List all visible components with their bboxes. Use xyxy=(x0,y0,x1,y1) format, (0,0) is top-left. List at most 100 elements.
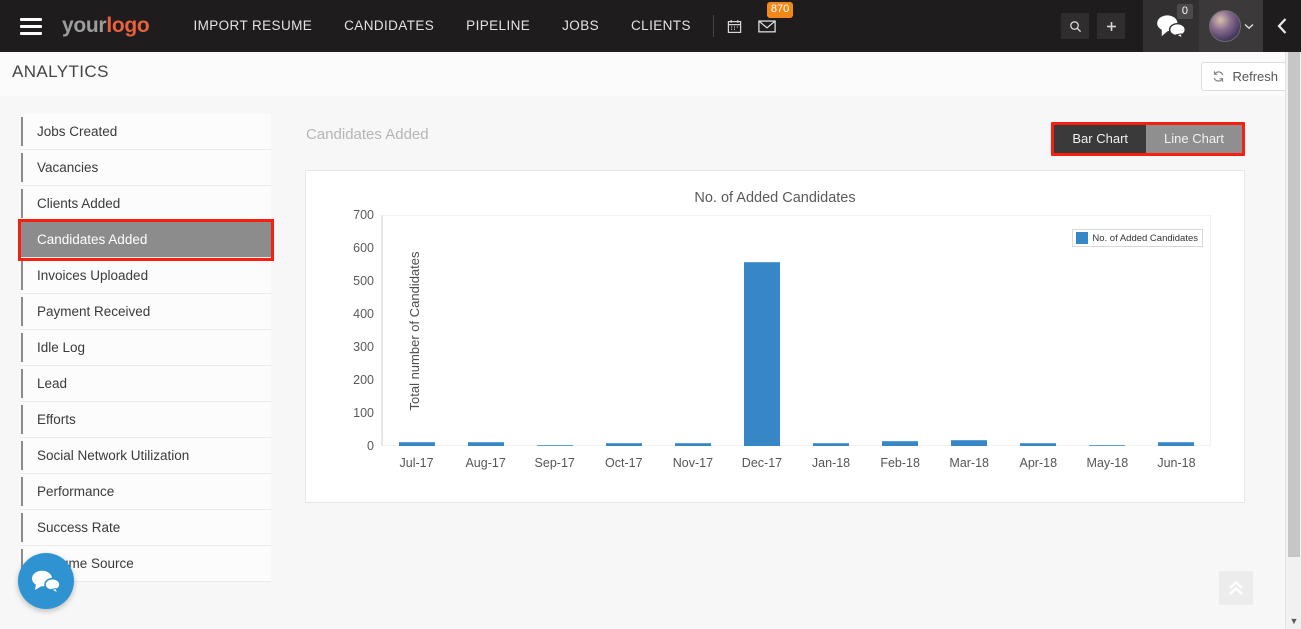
nav-item-pipeline[interactable]: PIPELINE xyxy=(450,0,546,52)
top-navigation-bar: yourlogo IMPORT RESUME CANDIDATES PIPELI… xyxy=(0,0,1301,52)
refresh-label: Refresh xyxy=(1232,69,1278,84)
sidebar-item-clients-added[interactable]: Clients Added xyxy=(21,186,271,222)
search-icon[interactable] xyxy=(1061,13,1089,39)
chart-x-tick: May-18 xyxy=(1087,456,1129,470)
sidebar-item-success-rate[interactable]: Success Rate xyxy=(21,510,271,546)
mail-icon[interactable]: 870 xyxy=(752,0,782,52)
chart-bar[interactable] xyxy=(1020,443,1056,446)
scrollbar-thumb[interactable] xyxy=(1288,52,1300,557)
chart-x-tick: Jan-18 xyxy=(812,456,850,470)
scrollbar-down-arrow[interactable]: ▼ xyxy=(1286,613,1301,629)
sidebar-item-label: Idle Log xyxy=(37,340,85,355)
chart-x-tick: Sep-17 xyxy=(535,456,575,470)
sidebar-item-label: Invoices Uploaded xyxy=(37,268,148,283)
app-logo[interactable]: yourlogo xyxy=(62,14,149,38)
chart-bar[interactable] xyxy=(882,441,918,446)
chart-y-tick: 600 xyxy=(353,241,374,255)
plus-icon[interactable] xyxy=(1097,13,1125,39)
sidebar-item-efforts[interactable]: Efforts xyxy=(21,402,271,438)
chart-x-tick: Mar-18 xyxy=(949,456,989,470)
mail-unread-badge: 870 xyxy=(767,2,793,18)
chart-x-tick: Feb-18 xyxy=(880,456,920,470)
sidebar-item-label: Success Rate xyxy=(37,520,120,535)
sidebar-item-label: Candidates Added xyxy=(37,232,147,247)
user-profile-menu[interactable] xyxy=(1199,0,1263,52)
chart-x-tick: Jul-17 xyxy=(400,456,434,470)
section-label: Candidates Added xyxy=(306,126,429,143)
sidebar-item-payment-received[interactable]: Payment Received xyxy=(21,294,271,330)
chart-bar[interactable] xyxy=(468,442,504,446)
chart-x-tick: Dec-17 xyxy=(742,456,782,470)
chart-bar[interactable] xyxy=(399,442,435,446)
sidebar-item-jobs-created[interactable]: Jobs Created xyxy=(21,114,271,150)
chart-bar[interactable] xyxy=(813,443,849,446)
sidebar-item-label: Jobs Created xyxy=(37,124,117,139)
chart-bar[interactable] xyxy=(675,443,711,446)
chevron-down-icon xyxy=(1244,23,1254,30)
page-content: Jobs Created Vacancies Clients Added Can… xyxy=(0,96,1301,629)
chart-y-tick: 100 xyxy=(353,406,374,420)
sidebar-item-invoices-uploaded[interactable]: Invoices Uploaded xyxy=(21,258,271,294)
analytics-sidebar: Jobs Created Vacancies Clients Added Can… xyxy=(21,114,271,582)
scroll-to-top-button[interactable] xyxy=(1219,571,1253,605)
chart-y-tick: 400 xyxy=(353,307,374,321)
chart-y-tick: 700 xyxy=(353,208,374,222)
sidebar-item-lead[interactable]: Lead xyxy=(21,366,271,402)
sidebar-item-social-network-utilization[interactable]: Social Network Utilization xyxy=(21,438,271,474)
sidebar-item-label: Performance xyxy=(37,484,114,499)
sidebar-item-vacancies[interactable]: Vacancies xyxy=(21,150,271,186)
refresh-button[interactable]: Refresh xyxy=(1201,62,1291,91)
nav-item-import-resume[interactable]: IMPORT RESUME xyxy=(177,0,328,52)
avatar xyxy=(1209,10,1241,42)
chat-messages-button[interactable]: 0 xyxy=(1143,0,1199,52)
sidebar-item-label: Clients Added xyxy=(37,196,120,211)
support-chat-widget-button[interactable] xyxy=(18,553,74,609)
sidebar-item-candidates-added[interactable]: Candidates Added xyxy=(21,222,271,258)
sidebar-item-label: Efforts xyxy=(37,412,76,427)
legend-color-swatch xyxy=(1076,232,1088,244)
chart-y-tick: 300 xyxy=(353,340,374,354)
sidebar-item-performance[interactable]: Performance xyxy=(21,474,271,510)
nav-item-clients[interactable]: CLIENTS xyxy=(615,0,707,52)
chart-title: No. of Added Candidates xyxy=(306,190,1244,206)
chart-x-tick: Nov-17 xyxy=(673,456,713,470)
calendar-icon[interactable] xyxy=(720,0,750,52)
tab-line-chart[interactable]: Line Chart xyxy=(1146,125,1242,153)
chart-y-tick: 0 xyxy=(367,439,374,453)
chart-x-tick: Jun-18 xyxy=(1157,456,1195,470)
logo-text-second: logo xyxy=(106,14,149,37)
nav-item-candidates[interactable]: CANDIDATES xyxy=(328,0,450,52)
chat-count-badge: 0 xyxy=(1177,4,1193,19)
page-header-bar xyxy=(0,52,1301,96)
sidebar-item-idle-log[interactable]: Idle Log xyxy=(21,330,271,366)
hamburger-menu-icon[interactable] xyxy=(8,0,54,52)
chart-x-tick: Oct-17 xyxy=(605,456,643,470)
chart-x-tick: Apr-18 xyxy=(1020,456,1058,470)
chart-bar[interactable] xyxy=(537,445,573,446)
chart-y-tick: 500 xyxy=(353,274,374,288)
tab-bar-chart[interactable]: Bar Chart xyxy=(1054,125,1146,153)
chart-bar[interactable] xyxy=(744,262,780,446)
chart-type-toggle: Bar Chart Line Chart xyxy=(1051,122,1245,156)
chart-y-tick: 200 xyxy=(353,373,374,387)
sidebar-item-label: Lead xyxy=(37,376,67,391)
sidebar-collapse-button[interactable] xyxy=(1263,0,1301,52)
chart-bar[interactable] xyxy=(1158,442,1194,446)
nav-item-jobs[interactable]: JOBS xyxy=(546,0,615,52)
page-title: ANALYTICS xyxy=(12,62,109,82)
sidebar-item-label: Social Network Utilization xyxy=(37,448,189,463)
page-scrollbar[interactable]: ▼ xyxy=(1285,52,1301,629)
chart-plot-area: Total number of Candidates No. of Added … xyxy=(381,215,1211,446)
nav-divider xyxy=(713,15,714,37)
chart-bar[interactable] xyxy=(606,443,642,446)
chat-bubbles-icon xyxy=(30,568,62,594)
sidebar-item-label: Vacancies xyxy=(37,160,98,175)
chart-card: No. of Added Candidates Total number of … xyxy=(305,170,1245,503)
chart-bar[interactable] xyxy=(1089,445,1125,446)
refresh-icon xyxy=(1212,70,1225,83)
chart-bar[interactable] xyxy=(951,440,987,446)
chart-plot-frame xyxy=(382,215,1211,446)
chart-legend: No. of Added Candidates xyxy=(1072,229,1203,247)
chart-x-tick: Aug-17 xyxy=(465,456,505,470)
chart-y-axis-label: Total number of Candidates xyxy=(407,251,422,410)
